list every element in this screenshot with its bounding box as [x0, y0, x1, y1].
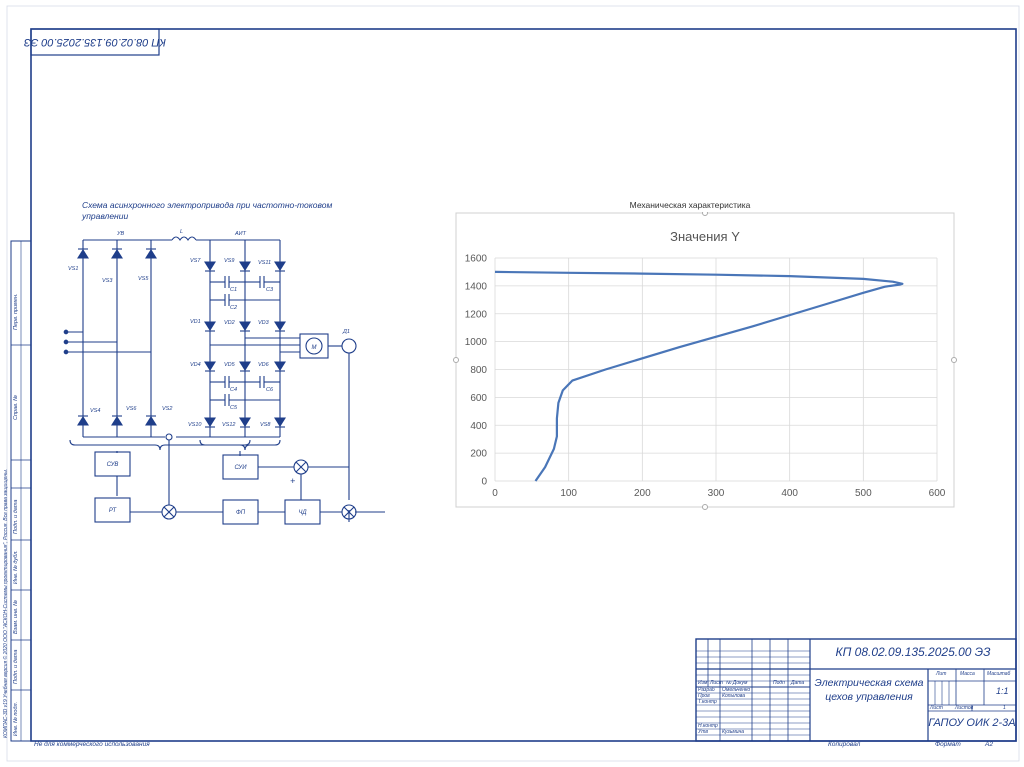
y-tick-label: 200: [470, 449, 487, 460]
strip-license-note: КОМПАС-3D v19 Учебная версия © 2020 ООО …: [3, 468, 9, 738]
label-vd3: VD3: [258, 320, 270, 326]
mechanical-characteristic-chart: Значения Y 0 100 200 300 400 500 600 0 200 400 60…: [453, 212, 957, 510]
strip-podp-data-2: Подп. и дата: [13, 649, 19, 684]
label-vd6: VD6: [258, 362, 270, 368]
x-tick-label: 400: [781, 488, 798, 499]
block-sui-label: СУИ: [234, 465, 247, 471]
bottom-copied: Копировал: [828, 741, 861, 748]
y-tick-label: 400: [470, 421, 487, 432]
x-tick-label: 300: [708, 488, 725, 499]
schematic-title: Схема асинхронного электропривода при ча…: [82, 200, 352, 222]
label-vd1: VD1: [190, 319, 201, 325]
strip-perv-primen: Перв. примен.: [13, 293, 19, 330]
chart-area: [455, 212, 955, 508]
schematic-title-line1: Схема асинхронного электропривода при ча…: [82, 200, 333, 210]
row-t-kontr: Т.контр: [698, 699, 717, 705]
doc-title-line2: цехов управления: [825, 691, 913, 703]
cell-masshtab: Масштаб: [987, 671, 1011, 677]
cell-listov: Листов: [955, 705, 974, 711]
col-docum: № Докум: [726, 680, 748, 686]
sheet-code-text: КП 08.02.09.135.2025.00 ЭЗ: [24, 36, 166, 48]
chart-handle-right[interactable]: [951, 357, 957, 363]
row-utv: Утв: [698, 729, 708, 735]
y-tick-label: 0: [481, 477, 487, 488]
label-uv: УВ: [116, 231, 125, 237]
doc-title-line1: Электрическая схема: [814, 677, 924, 689]
label-vs1: VS1: [68, 266, 78, 272]
title-block-org: ГАПОУ ОИК 2-3А: [928, 717, 1016, 729]
strip-podp-data-1: Подп. и дата: [13, 499, 19, 534]
block-rt-label: РТ: [109, 508, 118, 514]
sheet-code-rotated: КП 08.02.09.135.2025.00 ЭЗ: [24, 29, 166, 55]
bottom-format: Формат: [935, 741, 961, 748]
y-tick-label: 1400: [465, 281, 488, 292]
strip-sprav-no: Справ. №: [13, 395, 19, 420]
label-vd5: VD5: [224, 362, 236, 368]
y-tick-label: 1600: [465, 254, 488, 265]
y-tick-label: 800: [470, 365, 487, 376]
cell-list: Лист: [930, 705, 943, 711]
chart-handle-top[interactable]: [702, 212, 708, 216]
label-c1: C1: [230, 287, 237, 293]
cell-masshtab-value: 1:1: [996, 686, 1009, 696]
col-podp: Подп: [773, 680, 785, 686]
label-vs6: VS6: [126, 406, 137, 412]
chart-handle-bottom[interactable]: [702, 504, 708, 510]
strip-inv-dubl: Инв. № дубл.: [13, 550, 19, 584]
col-data: Дата: [791, 680, 805, 686]
motor-label: М: [312, 345, 317, 351]
block-chd-label: ЧД: [298, 510, 307, 516]
label-vs3: VS3: [102, 278, 113, 284]
x-tick-label: 200: [634, 488, 651, 499]
x-tick-label: 0: [492, 488, 498, 499]
y-tick-label: 600: [470, 393, 487, 404]
label-c3: C3: [266, 287, 274, 293]
block-suv-label: СУВ: [107, 462, 119, 468]
row-prov-name: Копылова: [722, 693, 746, 699]
bottom-format-value: А2: [985, 741, 993, 748]
col-list: Лист: [710, 680, 723, 686]
label-c4: C4: [230, 387, 237, 393]
chart-caption: Механическая характеристика: [629, 200, 751, 210]
circuit-schematic: УВ L АИТ VS1 VS3 VS5 VS4 VS6 VS2 VS7 VS9…: [63, 229, 385, 525]
label-d1: Д1: [342, 329, 350, 335]
label-vs12: VS12: [222, 422, 235, 428]
strip-inv-podl: Инв. № подл.: [13, 701, 19, 736]
bottom-note: Не для коммерческого использования: [34, 741, 150, 748]
label-c6: C6: [266, 387, 274, 393]
x-tick-label: 600: [929, 488, 946, 499]
col-izm: Изм: [698, 680, 708, 686]
title-block-doc-code: КП 08.02.09.135.2025.00 ЭЗ: [835, 645, 991, 659]
label-c2: C2: [230, 305, 237, 311]
label-vd4: VD4: [190, 362, 201, 368]
chart-handle-left[interactable]: [453, 357, 459, 363]
label-l: L: [180, 229, 183, 235]
label-vs10: VS10: [188, 422, 202, 428]
label-vs9: VS9: [224, 258, 234, 264]
label-vd2: VD2: [224, 320, 235, 326]
label-vs5: VS5: [138, 276, 149, 282]
label-vs7: VS7: [190, 258, 201, 264]
label-ain: АИТ: [234, 231, 247, 237]
x-tick-label: 100: [560, 488, 577, 499]
cell-listov-value: 1: [1003, 705, 1006, 711]
y-tick-label: 1000: [465, 337, 488, 348]
block-fp-label: ФП: [236, 510, 246, 516]
schematic-title-line2: управлении: [82, 211, 129, 221]
label-vs2: VS2: [162, 406, 172, 412]
title-block-doc-title: Электрическая схема цехов управления: [810, 676, 928, 704]
strip-vzam-inv: Взам. инв. №: [13, 599, 19, 634]
cell-massa: Масса: [960, 671, 975, 677]
label-c5: C5: [230, 405, 238, 411]
label-vs11: VS11: [258, 260, 271, 266]
label-vs4: VS4: [90, 408, 100, 414]
chart-title: Значения Y: [670, 229, 740, 244]
label-plus: +: [290, 476, 295, 486]
label-vs8: VS8: [260, 422, 271, 428]
y-tick-label: 1200: [465, 309, 488, 320]
row-utv-name: Кузьмина: [722, 729, 745, 735]
x-tick-label: 500: [855, 488, 872, 499]
cell-lit: Лит: [936, 671, 947, 677]
